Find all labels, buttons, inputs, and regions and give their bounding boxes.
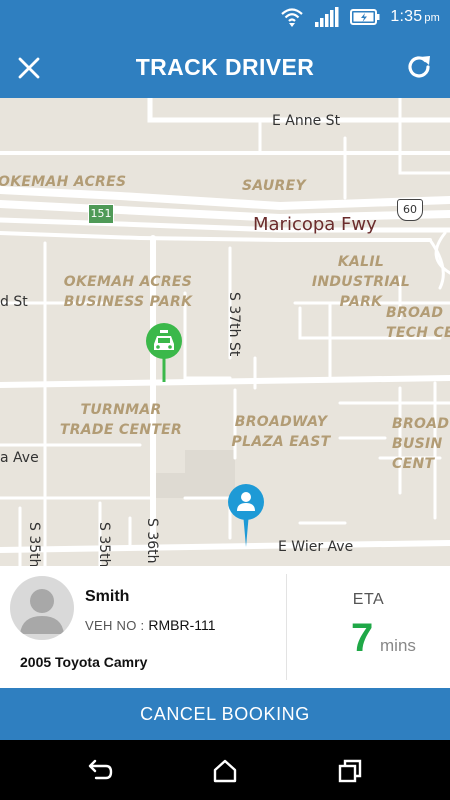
route-shield: 151 [88, 204, 114, 224]
street-label: S 37th St [226, 292, 242, 357]
status-icons: 1:35 pm [280, 6, 440, 28]
eta-value: 7 [351, 616, 374, 660]
taxi-marker-icon[interactable] [145, 322, 183, 384]
freeway-label: Maricopa Fwy [253, 214, 377, 235]
driver-name: Smith [85, 588, 130, 605]
street-label: S 35th [26, 522, 42, 566]
area-label: BROAD TECH CE [386, 305, 450, 341]
system-nav-bar [0, 740, 450, 800]
area-label: BROAD BUSIN CENT [392, 416, 450, 472]
street-label: S 36th [144, 518, 160, 564]
person-icon [20, 589, 64, 634]
back-icon[interactable] [86, 757, 114, 785]
area-label: BROADWAY PLAZA EAST [231, 414, 331, 450]
area-label: TURNMAR TRADE CENTER [59, 402, 183, 438]
car-model: 2005 Toyota Camry [20, 654, 148, 670]
street-label: a Ave [0, 450, 39, 466]
clock: 1:35 pm [390, 8, 440, 25]
map-view[interactable]: E Anne St Maricopa Fwy d St a Ave S 37th… [0, 98, 450, 566]
page-title: TRACK DRIVER [135, 54, 315, 80]
area-label: OKEMAH ACRES BUSINESS PARK [63, 274, 193, 310]
vehicle-number: RMBR-111 [148, 617, 216, 633]
vehicle-number-row: VEH NO : RMBR-111 [85, 617, 216, 633]
street-label: d St [0, 294, 28, 310]
divider [286, 574, 287, 680]
area-label: OKEMAH ACRES [0, 174, 127, 190]
street-label: S 35th [96, 522, 112, 566]
eta-unit: mins [380, 636, 416, 655]
battery-icon [350, 9, 380, 25]
map-roads [0, 98, 450, 566]
eta-label: ETA [352, 591, 385, 608]
street-label: E Anne St [272, 113, 341, 129]
cancel-booking-button[interactable]: CANCEL BOOKING [0, 688, 450, 740]
driver-info-panel: Smith VEH NO : RMBR-111 2005 Toyota Camr… [0, 566, 450, 688]
vehicle-number-label: VEH NO : [85, 618, 145, 633]
app-bar: TRACK DRIVER [0, 36, 450, 98]
street-label: E Wier Ave [278, 539, 354, 555]
route-shield: 60 [397, 199, 423, 221]
area-label: SAUREY [242, 178, 306, 194]
wifi-icon [281, 8, 304, 27]
user-marker-icon[interactable] [227, 483, 265, 547]
avatar [10, 576, 74, 640]
status-bar: 1:35 pm [0, 0, 450, 36]
home-icon[interactable] [211, 757, 239, 785]
refresh-icon[interactable] [404, 52, 434, 82]
recent-apps-icon[interactable] [336, 757, 364, 785]
signal-icon [315, 7, 339, 27]
